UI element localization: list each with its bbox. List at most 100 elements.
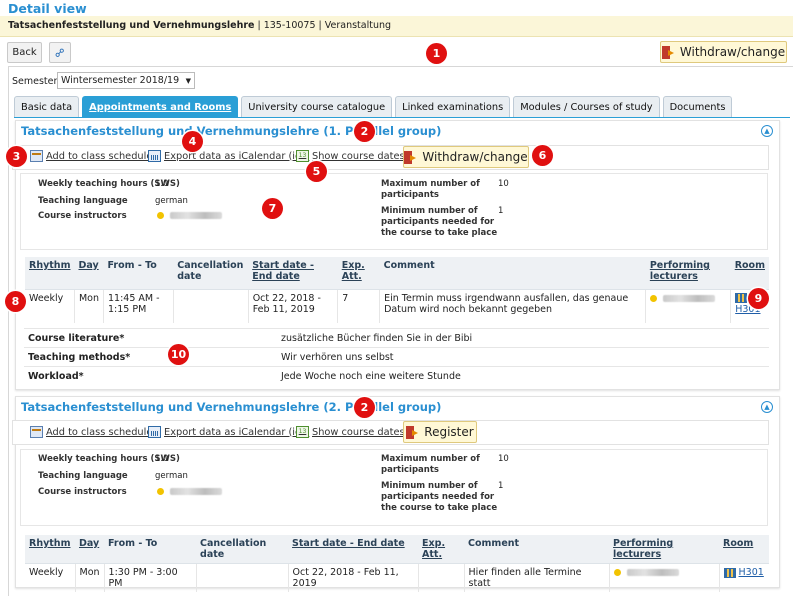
collapse-icon[interactable]: ▲ — [761, 125, 773, 137]
room-icon — [723, 567, 736, 578]
sws-value: 1.0 — [155, 454, 169, 464]
permalink-button[interactable]: ⚯ — [49, 42, 71, 63]
time-cell: 1:30 PM - 3:00 PM — [104, 563, 197, 592]
comment-cell: Ein Termin muss irgendwann ausfallen, da… — [379, 289, 647, 323]
show-dates-label: Show course dates — [312, 426, 405, 438]
col-day[interactable]: Day — [74, 257, 104, 290]
max-participants-value: 10 — [498, 179, 509, 189]
add-to-schedule-label: Add to class schedule — [46, 150, 153, 162]
add-to-schedule-link[interactable]: Add to class schedule — [30, 426, 152, 438]
withdraw-label: Withdraw/change — [679, 45, 786, 59]
workload-row: Workload* Jede Woche noch eine weitere S… — [24, 366, 769, 385]
lecturer-cell — [645, 289, 732, 323]
min-participants-label: Minimum number of participants needed fo… — [381, 481, 498, 513]
col-exp-att[interactable]: Exp. Att. — [337, 257, 380, 290]
group-title[interactable]: Tatsachenfeststellung und Vernehmungsleh… — [21, 124, 441, 138]
lecturer-name-redacted — [663, 294, 716, 302]
rhythm-cell: Weekly — [25, 563, 76, 592]
collapse-icon[interactable]: ▲ — [761, 401, 773, 413]
group-title[interactable]: Tatsachenfeststellung und Vernehmungsleh… — [21, 400, 441, 414]
col-room[interactable]: Room — [719, 535, 769, 564]
group-1-withdraw-button[interactable]: Withdraw/change — [403, 146, 529, 168]
ics-calendar-icon — [148, 426, 161, 438]
withdraw-change-button[interactable]: Withdraw/change — [660, 41, 787, 63]
language-value: german — [155, 196, 188, 206]
max-participants-label: Maximum number of participants — [381, 179, 480, 200]
min-participants-label: Minimum number of participants needed fo… — [381, 206, 498, 238]
course-literature-value: zusätzliche Bücher finden Sie in der Bib… — [281, 333, 473, 344]
tab-documents[interactable]: Documents — [662, 96, 733, 117]
max-participants-label: Maximum number of participants — [381, 454, 480, 475]
cancellation-cell — [173, 289, 249, 323]
col-rhythm[interactable]: Rhythm — [25, 257, 75, 290]
tab-course-catalogue[interactable]: University course catalogue — [241, 96, 393, 117]
col-day[interactable]: Day — [75, 535, 105, 564]
group-1-info: Weekly teaching hours (SWS) 1.0 Teaching… — [20, 173, 768, 250]
export-ics-link[interactable]: Export data as iCalendar (ics) — [148, 426, 309, 438]
room-cell[interactable]: H301 — [719, 564, 769, 593]
table-row: Weekly Mon 11:45 AM - 1:15 PM Oct 22, 20… — [25, 289, 769, 323]
day-cell: Mon — [74, 289, 105, 323]
calendar-add-icon — [30, 426, 43, 438]
register-label: Register — [424, 425, 474, 439]
back-button[interactable]: Back — [7, 42, 42, 63]
time-cell: 11:45 AM - 1:15 PM — [103, 289, 174, 323]
cancellation-cell — [196, 563, 289, 592]
dates-calendar-icon: 13 — [296, 150, 309, 162]
col-exp-att[interactable]: Exp. Att. — [418, 535, 465, 564]
col-cancellation: Cancellation date — [196, 535, 289, 564]
group-1-schedule-table: Rhythm Day From - To Cancellation date S… — [25, 257, 769, 323]
language-label: Teaching language — [38, 471, 128, 481]
col-room[interactable]: Room — [730, 257, 769, 290]
dates-calendar-icon: 13 — [296, 426, 309, 438]
exp-att-cell: 7 — [337, 289, 381, 323]
add-to-schedule-label: Add to class schedule — [46, 426, 153, 438]
register-button[interactable]: Register — [403, 421, 477, 443]
annotation-badge: 10 — [168, 344, 189, 365]
col-dates[interactable]: Start date - End date — [248, 257, 338, 290]
semester-label: Semester — [12, 76, 58, 87]
page-title: Detail view — [8, 1, 87, 16]
show-dates-label: Show course dates — [312, 150, 405, 162]
add-to-schedule-link[interactable]: Add to class schedule — [30, 150, 152, 162]
rhythm-cell: Weekly — [25, 289, 75, 323]
min-participants-value: 1 — [498, 481, 504, 491]
workload-label: Workload* — [28, 371, 84, 382]
course-title: Tatsachenfeststellung und Vernehmungsleh… — [8, 20, 255, 31]
tab-appointments-rooms[interactable]: Appointments and Rooms — [82, 96, 239, 117]
tab-linked-examinations[interactable]: Linked examinations — [395, 96, 511, 117]
semester-select[interactable]: Wintersemester 2018/19 ▼ — [57, 72, 195, 89]
export-ics-link[interactable]: Export data as iCalendar (ics) — [148, 150, 309, 162]
teaching-methods-value: Wir verhören uns selbst — [281, 352, 394, 363]
show-course-dates-link[interactable]: 13 Show course dates — [296, 150, 405, 162]
show-course-dates-link[interactable]: 13 Show course dates — [296, 426, 405, 438]
annotation-badge: 4 — [182, 131, 203, 152]
group-2-schedule-table: Rhythm Day From - To Cancellation date S… — [25, 535, 769, 592]
tab-modules-courses[interactable]: Modules / Courses of study — [513, 96, 660, 117]
lecturer-cell — [609, 563, 720, 592]
comment-cell: Hier finden alle Termine statt — [464, 563, 610, 592]
room-link[interactable]: H301 — [739, 567, 764, 578]
workload-value: Jede Woche noch eine weitere Stunde — [281, 371, 461, 382]
col-from-to: From - To — [104, 535, 197, 564]
annotation-badge: 1 — [426, 43, 447, 64]
col-lecturers[interactable]: Performing lecturers — [645, 257, 731, 290]
annotation-badge: 9 — [748, 288, 769, 309]
exp-att-cell — [418, 563, 465, 592]
tab-bar: Basic data Appointments and Rooms Univer… — [14, 96, 733, 117]
export-ics-label: Export data as iCalendar (ics) — [164, 426, 310, 438]
instructors-label: Course instructors — [38, 487, 127, 497]
dates-cell: Oct 22, 2018 - Feb 11, 2019 — [248, 289, 339, 323]
instructor-entry — [157, 211, 222, 221]
semester-value: Wintersemester 2018/19 — [61, 75, 180, 86]
annotation-badge: 7 — [262, 198, 283, 219]
teaching-methods-row: Teaching methods* Wir verhören uns selbs… — [24, 347, 769, 366]
instructor-name-redacted — [170, 488, 222, 495]
col-rhythm[interactable]: Rhythm — [25, 535, 75, 564]
instructor-entry — [157, 487, 222, 497]
annotation-badge: 3 — [6, 146, 27, 167]
col-lecturers[interactable]: Performing lecturers — [609, 535, 720, 564]
tab-basic-data[interactable]: Basic data — [14, 96, 80, 117]
sws-value: 1.0 — [155, 179, 169, 189]
col-dates[interactable]: Start date - End date — [288, 535, 419, 564]
